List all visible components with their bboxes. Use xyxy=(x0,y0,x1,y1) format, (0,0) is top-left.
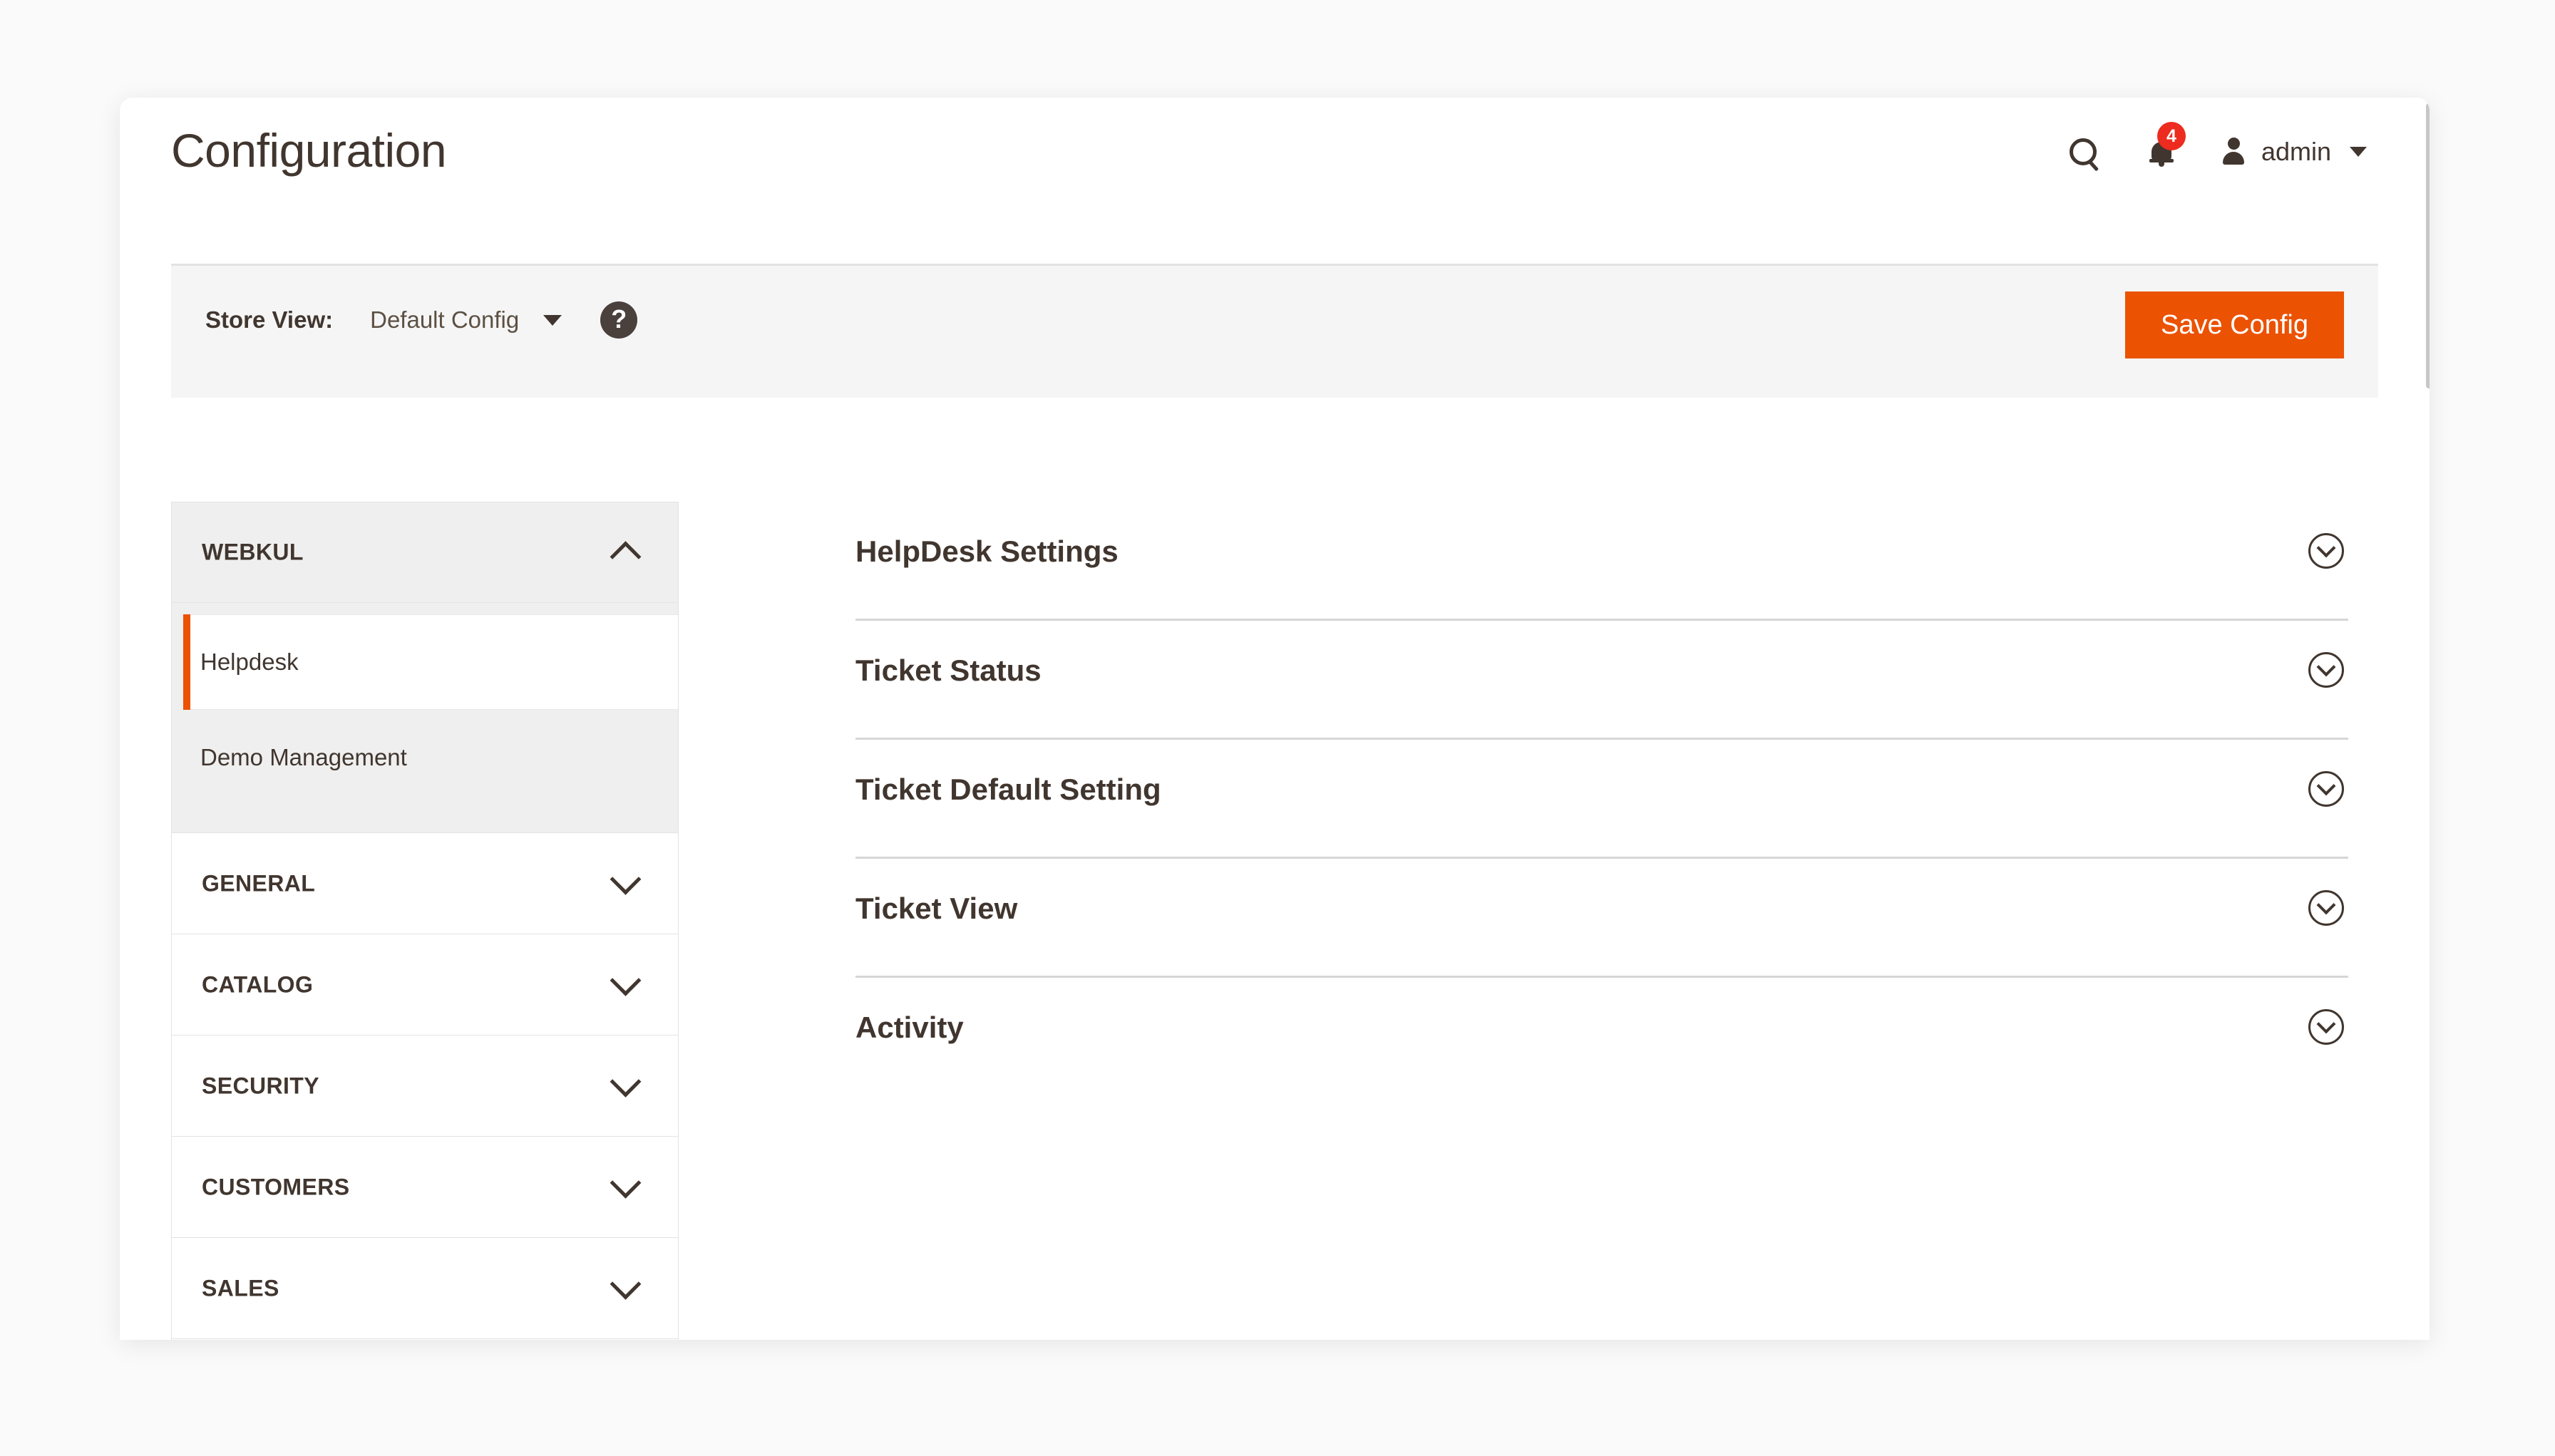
chevron-up-icon xyxy=(610,541,642,573)
store-view-bar: Store View: Default Config ? Save Config xyxy=(171,264,2378,398)
sidebar-section-general[interactable]: GENERAL xyxy=(171,832,679,934)
chevron-down-icon xyxy=(610,1167,642,1199)
user-icon xyxy=(2220,138,2247,166)
user-name-label: admin xyxy=(2261,137,2331,166)
sidebar-subitems-webkul: Helpdesk Demo Management xyxy=(171,603,679,832)
chevron-down-icon xyxy=(610,1065,642,1098)
vertical-scrollbar[interactable] xyxy=(2426,103,2430,388)
chevron-down-icon[interactable] xyxy=(543,314,562,326)
sidebar-section-security[interactable]: SECURITY xyxy=(171,1035,679,1136)
search-icon xyxy=(2069,138,2097,165)
section-title: Ticket Status xyxy=(855,654,1042,687)
notifications-button[interactable]: 4 xyxy=(2142,122,2186,172)
chevron-down-icon xyxy=(2350,147,2367,157)
section-ticket-default-setting[interactable]: Ticket Default Setting xyxy=(855,740,2348,859)
page-title: Configuration xyxy=(171,124,447,177)
sidebar-section-label: CATALOG xyxy=(202,971,314,997)
sidebar-item-label: Helpdesk xyxy=(200,649,299,675)
store-view-switcher: Store View: Default Config ? xyxy=(205,301,638,339)
chevron-down-circle-icon[interactable] xyxy=(2308,533,2344,569)
section-ticket-status[interactable]: Ticket Status xyxy=(855,621,2348,740)
section-title: HelpDesk Settings xyxy=(855,535,1119,568)
chevron-down-circle-icon[interactable] xyxy=(2308,652,2344,688)
chevron-down-icon xyxy=(610,863,642,895)
sidebar-section-yotpo[interactable]: YOTPO xyxy=(171,1338,679,1340)
sidebar-item-label: Demo Management xyxy=(200,744,407,770)
header-tools: 4 admin xyxy=(2063,122,2367,172)
page-header: Configuration 4 admin xyxy=(120,98,2430,217)
sidebar-section-label: GENERAL xyxy=(202,870,316,896)
save-config-button[interactable]: Save Config xyxy=(2124,291,2344,358)
sidebar-section-label: SALES xyxy=(202,1275,279,1301)
configuration-card: Configuration 4 admin Store View: Defaul… xyxy=(120,98,2430,1340)
help-icon[interactable]: ? xyxy=(600,301,638,339)
sidebar-section-webkul[interactable]: WEBKUL xyxy=(171,502,679,603)
chevron-down-circle-icon[interactable] xyxy=(2308,771,2344,807)
search-button[interactable] xyxy=(2063,132,2103,172)
configuration-sections: HelpDesk Settings Ticket Status Ticket D… xyxy=(855,502,2348,1095)
configuration-body: WEBKUL Helpdesk Demo Management GENERAL … xyxy=(120,502,2430,1340)
section-title: Ticket Default Setting xyxy=(855,773,1161,806)
sidebar-item-helpdesk[interactable]: Helpdesk xyxy=(183,614,678,710)
sidebar-section-catalog[interactable]: CATALOG xyxy=(171,934,679,1035)
bell-clapper-icon xyxy=(2158,162,2164,167)
sidebar-section-label: SECURITY xyxy=(202,1073,319,1098)
section-title: Activity xyxy=(855,1011,964,1044)
sidebar-section-label: CUSTOMERS xyxy=(202,1174,350,1199)
chevron-down-icon xyxy=(610,1268,642,1300)
section-title: Ticket View xyxy=(855,892,1018,925)
store-view-select[interactable]: Default Config xyxy=(370,306,519,334)
chevron-down-icon xyxy=(610,964,642,996)
store-view-label: Store View: xyxy=(205,306,334,333)
sidebar-section-sales[interactable]: SALES xyxy=(171,1237,679,1338)
sidebar-item-demo-management[interactable]: Demo Management xyxy=(172,710,678,805)
section-ticket-view[interactable]: Ticket View xyxy=(855,859,2348,978)
section-activity[interactable]: Activity xyxy=(855,978,2348,1095)
notification-count-badge: 4 xyxy=(2156,122,2186,150)
chevron-down-circle-icon[interactable] xyxy=(2308,1009,2344,1045)
chevron-down-circle-icon[interactable] xyxy=(2308,890,2344,926)
sidebar-section-label: WEBKUL xyxy=(202,539,304,565)
sidebar-section-customers[interactable]: CUSTOMERS xyxy=(171,1136,679,1237)
user-menu[interactable]: admin xyxy=(2220,137,2367,167)
configuration-sidebar: WEBKUL Helpdesk Demo Management GENERAL … xyxy=(171,502,679,1340)
section-helpdesk-settings[interactable]: HelpDesk Settings xyxy=(855,502,2348,621)
